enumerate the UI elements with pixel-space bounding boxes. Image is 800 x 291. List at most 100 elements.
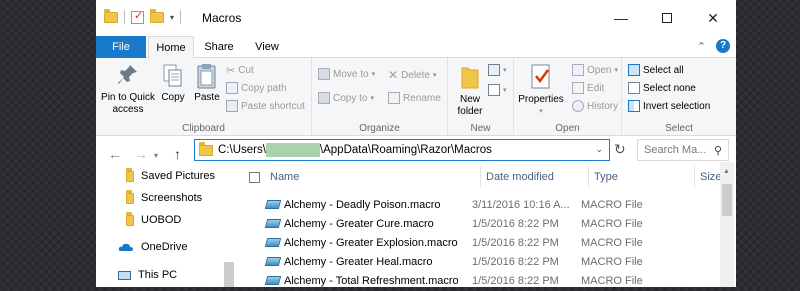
folder-icon — [126, 189, 134, 204]
scrollbar-thumb[interactable] — [722, 184, 732, 216]
new-folder-icon[interactable] — [150, 8, 164, 23]
history-icon — [572, 100, 584, 112]
properties-button[interactable]: Properties ▾ — [516, 62, 566, 118]
nav-item-screenshots[interactable]: Screenshots — [126, 189, 202, 204]
file-row[interactable]: Alchemy - Greater Explosion.macro 1/5/20… — [264, 233, 643, 252]
file-name: Alchemy - Greater Cure.macro — [284, 217, 434, 230]
copy-path-button[interactable]: Copy path — [226, 82, 287, 94]
recent-locations-arrow-icon[interactable]: ▾ — [154, 151, 158, 160]
address-path[interactable]: C:\Users\ \AppData\Roaming\Razor\Macros — [218, 143, 492, 157]
properties-label: Properties — [518, 94, 564, 105]
tab-home[interactable]: Home — [148, 36, 194, 59]
file-type: MACRO File — [581, 236, 643, 249]
file-list-scrollbar[interactable]: ▲ — [720, 162, 734, 287]
minimize-button[interactable]: — — [598, 0, 644, 36]
paste-shortcut-button[interactable]: Paste shortcut — [226, 100, 305, 112]
file-name: Alchemy - Deadly Poison.macro — [284, 198, 441, 211]
scissors-icon: ✂ — [226, 65, 236, 77]
file-name: Alchemy - Total Refreshment.macro — [284, 274, 459, 287]
file-name: Alchemy - Greater Explosion.macro — [284, 236, 458, 249]
copy-to-button[interactable]: Copy to ▾ — [318, 92, 374, 104]
search-placeholder: Search Ma... — [644, 144, 707, 156]
maximize-button[interactable] — [644, 0, 690, 36]
nav-item-label: Saved Pictures — [141, 170, 215, 182]
file-row[interactable]: Alchemy - Deadly Poison.macro 3/11/2016 … — [264, 195, 643, 214]
column-header-date-modified[interactable]: Date modified — [486, 171, 554, 183]
organize-group: Move to ▾ Copy to ▾ ✕ Delete ▾ Rename Or… — [312, 58, 448, 136]
select-all-checkbox[interactable] — [249, 172, 260, 183]
properties-check-icon[interactable]: ✓ — [131, 10, 144, 24]
select-none-button[interactable]: Select none — [628, 82, 696, 94]
file-name: Alchemy - Greater Heal.macro — [284, 255, 433, 268]
invert-selection-label: Invert selection — [643, 100, 711, 112]
tab-share[interactable]: Share — [196, 36, 242, 58]
file-date: 1/5/2016 8:22 PM — [472, 217, 559, 230]
column-header-type[interactable]: Type — [594, 171, 618, 183]
clipboard-group-label: Clipboard — [182, 123, 225, 134]
paste-button[interactable]: Paste — [191, 62, 223, 104]
back-arrow-icon[interactable]: ← — [108, 146, 122, 162]
search-icon: ⚲ — [713, 144, 722, 157]
file-date: 1/5/2016 8:22 PM — [472, 236, 559, 249]
copy-icon — [163, 64, 182, 87]
file-row[interactable]: Alchemy - Total Refreshment.macro 1/5/20… — [264, 271, 643, 290]
address-dropdown-chevron-icon[interactable]: ⌄ — [595, 144, 603, 155]
cut-button[interactable]: ✂ Cut — [226, 64, 254, 77]
search-box[interactable]: Search Ma... ⚲ — [637, 139, 729, 161]
select-group-label: Select — [665, 123, 693, 134]
easy-access-button[interactable]: ▾ — [488, 84, 507, 96]
history-button[interactable]: History — [572, 100, 618, 112]
file-row[interactable]: Alchemy - Greater Cure.macro 1/5/2016 8:… — [264, 214, 643, 233]
open-group: Properties ▾ Open ▾ Edit History Open — [514, 58, 622, 136]
nav-item-saved-pictures[interactable]: Saved Pictures — [126, 167, 215, 182]
select-all-button[interactable]: Select all — [628, 64, 684, 76]
column-header-name[interactable]: Name — [270, 171, 299, 183]
file-row[interactable]: Alchemy - Greater Heal.macro 1/5/2016 8:… — [264, 252, 643, 271]
forward-arrow-icon[interactable]: → — [134, 146, 148, 162]
close-button[interactable]: ✕ — [690, 0, 736, 36]
up-arrow-icon[interactable]: ↑ — [174, 146, 181, 162]
ribbon: Pin to Quick access Copy Paste ✂ Cut Cop… — [96, 58, 736, 136]
invert-selection-button[interactable]: Invert selection — [628, 100, 710, 112]
new-item-icon — [488, 64, 500, 76]
nav-item-uobod[interactable]: UOBOD — [126, 211, 181, 226]
redacted-username — [265, 143, 320, 157]
copy-path-icon — [226, 82, 238, 94]
rename-label: Rename — [403, 92, 441, 104]
delete-button[interactable]: ✕ Delete ▾ — [388, 68, 436, 82]
macro-file-icon — [264, 257, 282, 266]
refresh-icon[interactable]: ↻ — [614, 141, 626, 158]
paste-label: Paste — [194, 92, 220, 103]
scroll-up-arrow-icon[interactable]: ▲ — [723, 168, 730, 175]
edit-button[interactable]: Edit — [572, 82, 604, 94]
delete-arrow-icon: ▾ — [432, 72, 437, 79]
customize-toolbar-arrow-icon[interactable]: ▾ — [170, 13, 174, 22]
nav-item-onedrive[interactable]: OneDrive — [118, 241, 187, 253]
new-item-button[interactable]: ▾ — [488, 64, 507, 76]
help-icon[interactable]: ? — [716, 39, 730, 53]
collapse-ribbon-chevron-icon[interactable]: ⌃ — [697, 40, 706, 53]
file-type: MACRO File — [581, 274, 643, 287]
pin-to-quick-access-button[interactable]: Pin to Quick access — [100, 62, 156, 116]
tab-file[interactable]: File — [96, 36, 146, 58]
rename-button[interactable]: Rename — [388, 92, 441, 104]
new-folder-button[interactable]: New folder — [450, 62, 490, 118]
nav-item-this-pc[interactable]: This PC — [118, 269, 177, 281]
tab-view[interactable]: View — [244, 36, 290, 58]
copy-to-icon — [318, 92, 330, 104]
folder-icon — [104, 8, 118, 23]
edit-label: Edit — [587, 82, 605, 94]
move-to-button[interactable]: Move to ▾ — [318, 68, 375, 80]
open-button[interactable]: Open ▾ — [572, 64, 618, 76]
address-bar[interactable]: C:\Users\ \AppData\Roaming\Razor\Macros ⌄ — [194, 139, 610, 161]
nav-pane-scrollbar[interactable] — [224, 262, 234, 287]
open-icon — [572, 64, 584, 76]
onedrive-cloud-icon — [118, 243, 133, 251]
file-type: MACRO File — [581, 198, 643, 211]
pin-label: Pin to Quick access — [101, 92, 155, 115]
select-group: Select all Select none Invert selection … — [622, 58, 736, 136]
column-header-size[interactable]: Size — [700, 171, 721, 183]
copy-button[interactable]: Copy — [158, 62, 188, 104]
delete-label: Delete — [401, 69, 430, 81]
copy-to-label: Copy to — [333, 92, 368, 104]
